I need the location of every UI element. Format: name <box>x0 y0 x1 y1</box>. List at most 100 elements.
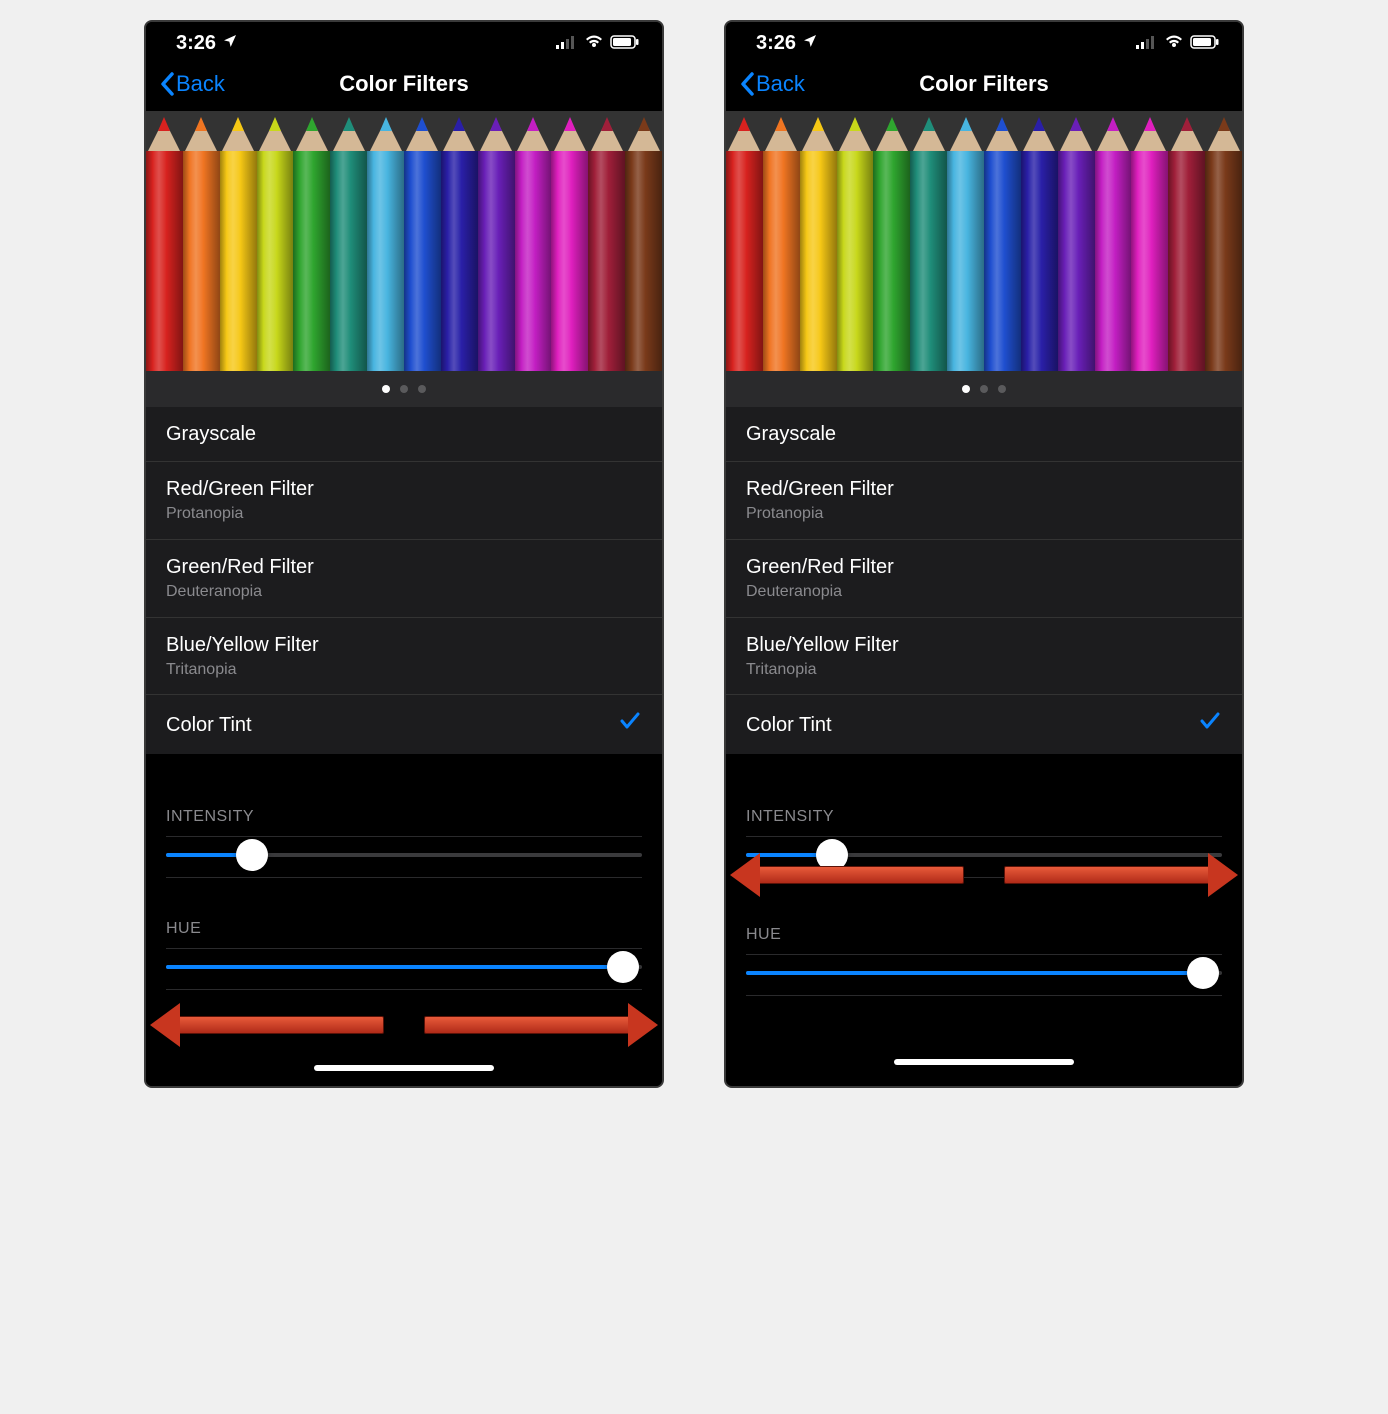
pencil <box>478 119 515 371</box>
checkmark-icon <box>1198 709 1222 740</box>
filter-label: Green/Red Filter <box>166 554 314 580</box>
filter-label: Color Tint <box>746 712 832 738</box>
pencil <box>1095 119 1132 371</box>
filter-sublabel: Protanopia <box>166 504 314 525</box>
status-bar: 3:26 <box>726 22 1242 59</box>
pencil <box>515 119 552 371</box>
pencil <box>910 119 947 371</box>
battery-icon <box>1190 32 1220 55</box>
page-dot[interactable] <box>400 385 408 393</box>
back-button[interactable]: Back <box>160 71 225 97</box>
pencil <box>146 119 183 371</box>
pencil <box>1058 119 1095 371</box>
nav-bar: Back Color Filters <box>726 59 1242 111</box>
back-label: Back <box>176 71 225 97</box>
pencil <box>330 119 367 371</box>
filter-sublabel: Deuteranopia <box>746 582 894 603</box>
filter-row[interactable]: Color Tint <box>146 695 662 754</box>
home-indicator[interactable] <box>726 1044 1242 1080</box>
intensity-header: INTENSITY <box>166 790 642 836</box>
page-dots <box>726 371 1242 407</box>
nav-bar: Back Color Filters <box>146 59 662 111</box>
hue-header: HUE <box>166 902 642 948</box>
page-dot[interactable] <box>980 385 988 393</box>
filter-row[interactable]: Grayscale <box>726 407 1242 462</box>
pencil <box>1168 119 1205 371</box>
pencil <box>441 119 478 371</box>
hue-slider[interactable] <box>166 948 642 990</box>
intensity-section: INTENSITY <box>726 790 1242 878</box>
wifi-icon <box>584 32 604 55</box>
pencil <box>404 119 441 371</box>
pencil <box>726 119 763 371</box>
hue-slider[interactable] <box>746 954 1222 996</box>
pencil <box>947 119 984 371</box>
filter-label: Grayscale <box>166 421 256 447</box>
hue-header: HUE <box>746 908 1222 954</box>
pencil <box>763 119 800 371</box>
filter-label: Green/Red Filter <box>746 554 894 580</box>
pencil <box>367 119 404 371</box>
signal-icon <box>556 32 578 55</box>
pencil <box>293 119 330 371</box>
filter-row[interactable]: Green/Red FilterDeuteranopia <box>726 540 1242 618</box>
back-label: Back <box>756 71 805 97</box>
pencil <box>183 119 220 371</box>
pencil <box>873 119 910 371</box>
pencil <box>625 119 662 371</box>
filter-row[interactable]: Blue/Yellow FilterTritanopia <box>146 618 662 696</box>
page-dot[interactable] <box>418 385 426 393</box>
filter-row[interactable]: Red/Green FilterProtanopia <box>726 462 1242 540</box>
page-dot[interactable] <box>382 385 390 393</box>
page-dot[interactable] <box>962 385 970 393</box>
screenshot-right: 3:26 Back Color Filters Grayscale Red/Gre… <box>724 20 1244 1088</box>
filter-label: Blue/Yellow Filter <box>166 632 319 658</box>
page-dot[interactable] <box>998 385 1006 393</box>
filter-label: Blue/Yellow Filter <box>746 632 899 658</box>
intensity-slider[interactable] <box>166 836 642 878</box>
pencil <box>551 119 588 371</box>
pencil <box>220 119 257 371</box>
pencil <box>588 119 625 371</box>
pencil <box>1021 119 1058 371</box>
checkmark-icon <box>618 709 642 740</box>
page-dots <box>146 371 662 407</box>
filter-sublabel: Deuteranopia <box>166 582 314 603</box>
pencil-preview[interactable] <box>146 111 662 371</box>
filter-row[interactable]: Color Tint <box>726 695 1242 754</box>
pencil-preview[interactable] <box>726 111 1242 371</box>
signal-icon <box>1136 32 1158 55</box>
pencil <box>1205 119 1242 371</box>
filter-label: Red/Green Filter <box>746 476 894 502</box>
back-button[interactable]: Back <box>740 71 805 97</box>
filter-sublabel: Protanopia <box>746 504 894 525</box>
filter-row[interactable]: Green/Red FilterDeuteranopia <box>146 540 662 618</box>
filter-label: Color Tint <box>166 712 252 738</box>
chevron-left-icon <box>160 72 174 96</box>
filter-row[interactable]: Grayscale <box>146 407 662 462</box>
filter-label: Grayscale <box>746 421 836 447</box>
battery-icon <box>610 32 640 55</box>
chevron-left-icon <box>740 72 754 96</box>
status-time: 3:26 <box>756 32 796 55</box>
hue-section: HUE <box>146 902 662 990</box>
wifi-icon <box>1164 32 1184 55</box>
annotation-arrows <box>146 990 662 1050</box>
filter-sublabel: Tritanopia <box>166 660 319 681</box>
pencil <box>1131 119 1168 371</box>
filter-list: GrayscaleRed/Green FilterProtanopiaGreen… <box>726 407 1242 754</box>
home-indicator[interactable] <box>146 1050 662 1086</box>
pencil <box>257 119 294 371</box>
pencil <box>984 119 1021 371</box>
hue-section: HUE <box>726 908 1242 996</box>
intensity-header: INTENSITY <box>746 790 1222 836</box>
status-time: 3:26 <box>176 32 216 55</box>
filter-list: GrayscaleRed/Green FilterProtanopiaGreen… <box>146 407 662 754</box>
pencil <box>837 119 874 371</box>
intensity-slider[interactable] <box>746 836 1222 878</box>
filter-sublabel: Tritanopia <box>746 660 899 681</box>
filter-row[interactable]: Red/Green FilterProtanopia <box>146 462 662 540</box>
filter-row[interactable]: Blue/Yellow FilterTritanopia <box>726 618 1242 696</box>
location-icon <box>222 32 238 55</box>
status-bar: 3:26 <box>146 22 662 59</box>
